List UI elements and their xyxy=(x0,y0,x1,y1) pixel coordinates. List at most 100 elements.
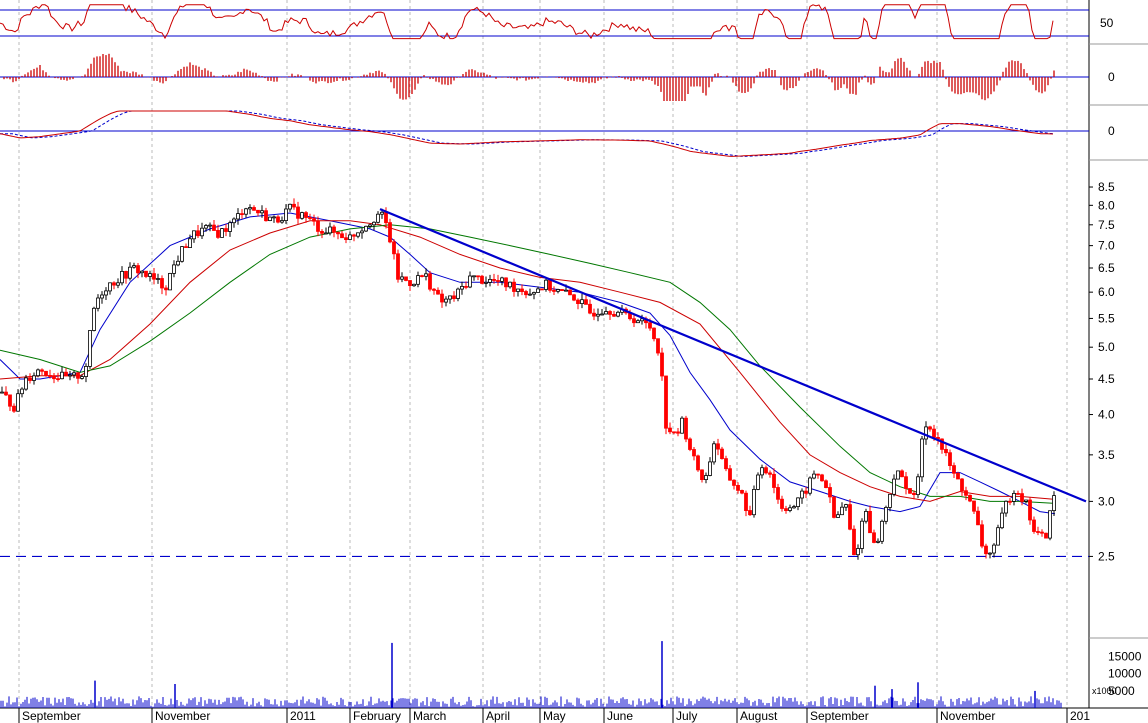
candle-body xyxy=(228,222,232,232)
candlestick xyxy=(656,338,660,356)
candle-body xyxy=(76,372,80,379)
candle-body xyxy=(396,253,400,280)
candle-body xyxy=(960,478,964,492)
candlestick xyxy=(780,495,784,512)
candlestick xyxy=(1016,490,1020,495)
candle-body xyxy=(708,461,712,476)
candle-body xyxy=(636,320,640,324)
candle-body xyxy=(892,478,896,495)
candlestick xyxy=(852,525,856,556)
candle-body xyxy=(736,484,740,491)
candle-body xyxy=(380,211,384,215)
candle-body xyxy=(200,227,204,237)
candle-body xyxy=(40,369,44,372)
candlestick xyxy=(300,211,304,220)
candle-body xyxy=(388,222,392,243)
candle-body xyxy=(448,295,452,300)
candlestick xyxy=(144,270,148,279)
candle-body xyxy=(232,218,236,224)
candle-body xyxy=(400,276,404,280)
candle-body xyxy=(532,292,536,295)
candlestick xyxy=(36,368,40,378)
candlestick xyxy=(332,224,336,238)
candle-body xyxy=(1016,492,1020,495)
candle-body xyxy=(340,233,344,239)
candlestick xyxy=(368,223,372,229)
candlestick xyxy=(968,494,972,503)
candle-body xyxy=(796,497,800,507)
candlestick xyxy=(1036,526,1040,536)
candlestick xyxy=(784,505,788,514)
candlestick xyxy=(528,288,532,296)
candle-body xyxy=(608,311,612,315)
candle-body xyxy=(364,225,368,232)
candle-body xyxy=(440,293,444,303)
candlestick xyxy=(820,473,824,482)
candle-body xyxy=(980,524,984,547)
candle-body xyxy=(332,226,336,233)
candlestick xyxy=(872,529,876,544)
candlestick xyxy=(512,278,516,297)
candle-body xyxy=(236,213,240,220)
candlestick xyxy=(164,285,168,296)
candle-body xyxy=(680,417,684,434)
candle-body xyxy=(456,288,460,299)
macd-tick-label: 0 xyxy=(1108,124,1115,138)
candlestick xyxy=(668,422,672,435)
candle-body xyxy=(132,265,136,268)
candle-body xyxy=(792,506,796,509)
candle-body xyxy=(604,311,608,315)
candle-body xyxy=(176,260,180,266)
candle-body xyxy=(988,552,992,555)
candle-body xyxy=(300,212,304,219)
candlestick xyxy=(104,287,108,300)
candlestick xyxy=(348,231,352,240)
candle-body xyxy=(196,230,200,237)
candlestick xyxy=(372,221,376,231)
candlestick xyxy=(944,444,948,457)
candle-body xyxy=(1044,532,1048,539)
rsi-tick-label: 50 xyxy=(1100,16,1114,30)
candlestick xyxy=(76,372,80,384)
candle-body xyxy=(412,283,416,287)
price-panel xyxy=(0,198,1089,560)
candlestick xyxy=(588,299,592,315)
macd-signal-line xyxy=(0,110,1054,157)
candlestick xyxy=(412,283,416,287)
candle-body xyxy=(772,473,776,488)
candlestick xyxy=(816,473,820,479)
macd-histogram-panel xyxy=(0,53,1089,101)
candlestick xyxy=(112,281,116,290)
candle-body xyxy=(1036,531,1040,533)
candle-body xyxy=(828,487,832,498)
candle-body xyxy=(956,472,960,480)
candle-body xyxy=(948,452,952,467)
candlestick xyxy=(1024,499,1028,504)
candle-body xyxy=(1052,495,1056,512)
candle-body xyxy=(428,273,432,290)
candle-body xyxy=(704,475,708,480)
candle-body xyxy=(860,520,864,549)
candlestick xyxy=(840,502,844,516)
candlestick xyxy=(404,276,408,282)
candle-body xyxy=(168,272,172,291)
candle-body xyxy=(284,208,288,222)
candle-body xyxy=(904,476,908,489)
candlestick xyxy=(1040,529,1044,537)
candle-body xyxy=(108,282,112,292)
candle-body xyxy=(472,275,476,278)
candle-body xyxy=(48,375,52,377)
candlestick xyxy=(192,230,196,243)
candlestick xyxy=(396,249,400,283)
candle-body xyxy=(544,279,548,290)
candle-body xyxy=(32,375,36,381)
candle-body xyxy=(96,297,100,309)
candle-body xyxy=(684,417,688,440)
candlestick xyxy=(416,271,420,288)
candlestick xyxy=(400,272,404,283)
grid-lines xyxy=(18,0,1068,708)
candle-body xyxy=(84,365,88,377)
candlestick xyxy=(116,278,120,289)
volume-panel xyxy=(0,641,1062,708)
candlestick xyxy=(292,198,296,210)
